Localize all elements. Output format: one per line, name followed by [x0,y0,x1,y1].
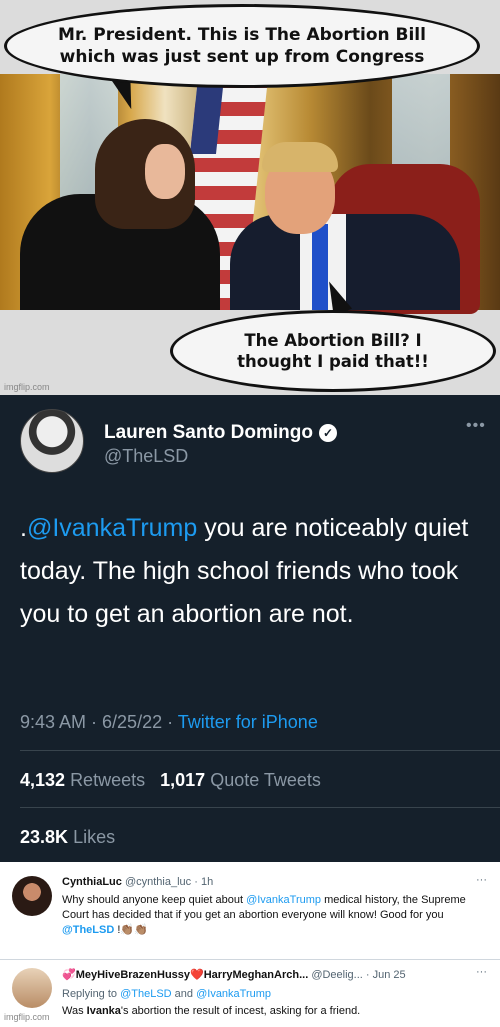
reply-item[interactable]: 💞MeyHiveBrazenHussy❤️HarryMeghanArch... … [0,960,500,1027]
reply-text-part: Was [62,1005,87,1017]
mention-link[interactable]: @TheLSD [62,924,114,936]
mention-link[interactable]: @IvankaTrump [27,514,197,542]
replies-panel: CynthiaLuc @cynthia_luc · 1h ··· Why sho… [0,862,500,1027]
reply-author-name[interactable]: 💞MeyHiveBrazenHussy❤️HarryMeghanArch... [62,969,308,981]
mention-link[interactable]: @IvankaTrump [196,988,271,1000]
quotes-stat[interactable]: 1,017 Quote Tweets [160,770,321,790]
reply-handle[interactable]: @Deelig... [311,969,363,981]
more-icon[interactable]: ··· [476,966,487,978]
timestamp[interactable]: 9:43 AM · 6/25/22 · [20,712,178,732]
mention-link[interactable]: @IvankaTrump [246,894,321,906]
woman-face [145,144,185,199]
reply-time[interactable]: 1h [201,876,213,888]
speech-bubble-top: Mr. President. This is The Abortion Bill… [4,4,480,88]
reply-time[interactable]: Jun 25 [373,969,406,981]
author-row: Lauren Santo Domingo ✓ [104,422,337,444]
watermark: imgflip.com [4,382,50,392]
tweet-text-prefix: . [20,514,27,542]
oval-office-photo [0,74,500,314]
reply-header: 💞MeyHiveBrazenHussy❤️HarryMeghanArch... … [62,969,406,981]
speech-bubble-bottom: The Abortion Bill? I thought I paid that… [170,310,496,392]
reply-header: CynthiaLuc @cynthia_luc · 1h [62,876,214,888]
tweet-text: .@IvankaTrump you are noticeably quiet t… [20,507,482,636]
replying-and: and [171,988,197,1000]
verified-badge-icon: ✓ [319,424,337,442]
tweet-meta: 9:43 AM · 6/25/22 · Twitter for iPhone [20,712,318,733]
watermark: imgflip.com [4,1012,50,1022]
retweets-count: 4,132 [20,770,66,790]
reply-handle[interactable]: @cynthia_luc [125,876,191,888]
tweet-stats: 4,132 Retweets 1,017 Quote Tweets [20,770,321,791]
retweets-label: Retweets [70,770,146,790]
handle[interactable]: @TheLSD [104,446,188,467]
avatar[interactable] [20,409,84,473]
reply-text-part: 's abortion the result of incest, asking… [120,1005,361,1017]
reply-text-bold: Ivanka [86,1005,121,1017]
reply-item[interactable]: CynthiaLuc @cynthia_luc · 1h ··· Why sho… [0,862,500,960]
meme-panel: Mr. President. This is The Abortion Bill… [0,0,500,395]
likes-stat[interactable]: 23.8K Likes [20,827,115,848]
retweets-stat[interactable]: 4,132 Retweets [20,770,145,790]
tweet-card: Lauren Santo Domingo ✓ @TheLSD ••• .@Iva… [0,395,500,862]
man-hair [262,142,338,172]
reply-text: Was Ivanka's abortion the result of ince… [62,1004,490,1019]
more-icon[interactable]: ··· [476,874,487,886]
divider [20,750,500,751]
speech-bubble-text: Mr. President. This is The Abortion Bill… [58,24,426,67]
source-link[interactable]: Twitter for iPhone [178,712,318,732]
reply-text: Why should anyone keep quiet about @Ivan… [62,893,490,938]
speech-bubble-text: The Abortion Bill? I thought I paid that… [237,330,429,371]
avatar[interactable] [12,876,52,916]
likes-count: 23.8K [20,827,69,847]
likes-label: Likes [73,827,116,847]
reply-text-part: Why should anyone keep quiet about [62,894,247,906]
mention-link[interactable]: @TheLSD [120,988,172,1000]
replying-to: Replying to @TheLSD and @IvankaTrump [62,987,490,1002]
reply-text-part: !👏🏽👏🏽 [114,924,148,936]
reply-author-name[interactable]: CynthiaLuc [62,876,122,888]
quotes-count: 1,017 [160,770,206,790]
more-icon[interactable]: ••• [466,417,486,435]
replying-prefix: Replying to [62,988,121,1000]
divider [20,807,500,808]
display-name[interactable]: Lauren Santo Domingo [104,422,313,444]
quotes-label: Quote Tweets [210,770,321,790]
avatar[interactable] [12,968,52,1008]
